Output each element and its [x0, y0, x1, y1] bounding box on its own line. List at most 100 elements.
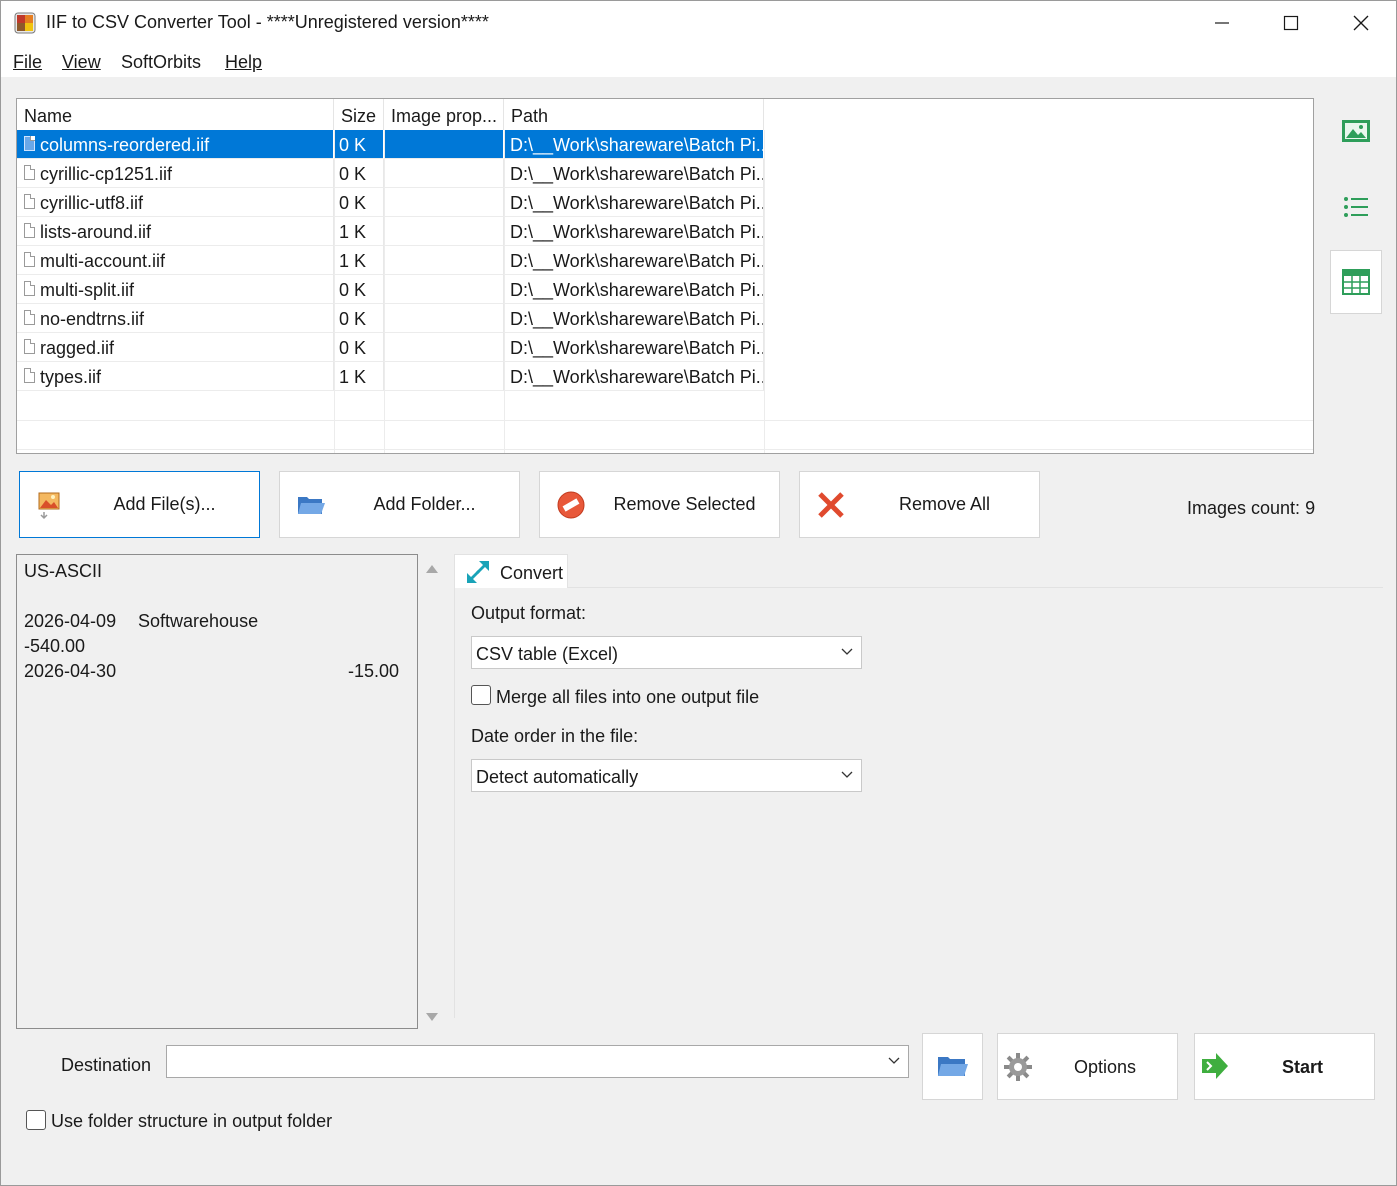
- table-row[interactable]: types.iif 1 K D:\__Work\shareware\Batch Pi…: [17, 362, 764, 391]
- file-icon: [24, 165, 35, 180]
- menu-help[interactable]: Help: [225, 52, 262, 73]
- column-header-image-properties[interactable]: Image prop...: [384, 99, 504, 130]
- file-size-cell-text: 0 K: [339, 309, 367, 329]
- grid-line: [504, 130, 505, 453]
- play-arrow-icon: [1202, 1053, 1228, 1079]
- file-list[interactable]: Name Size Image prop... Path columns-reo…: [16, 98, 1314, 454]
- chevron-down-icon: [888, 1057, 900, 1064]
- add-files-button[interactable]: Add File(s)...: [19, 471, 260, 538]
- start-label: Start: [1282, 1057, 1324, 1077]
- image-properties-cell: [384, 333, 504, 362]
- file-name-cell-text: types.iif: [40, 367, 102, 387]
- file-path-cell: D:\__Work\shareware\Batch Pi...: [504, 333, 764, 362]
- menu-bar: File View SoftOrbits Help: [1, 45, 1396, 77]
- preview-date-1: 2026-04-09: [24, 611, 117, 631]
- file-path-cell: D:\__Work\shareware\Batch Pi...: [504, 246, 764, 275]
- scroll-up-arrow-icon[interactable]: [425, 563, 439, 575]
- grid-line: [764, 130, 765, 453]
- add-folder-label: Add Folder...: [373, 494, 476, 514]
- file-size-cell-text: 0 K: [339, 135, 367, 155]
- list-icon: [1344, 197, 1368, 217]
- folder-structure-label[interactable]: Use folder structure in output folder: [51, 1111, 332, 1132]
- menu-file-label: File: [13, 52, 43, 72]
- file-name-cell: multi-account.iif: [17, 246, 334, 275]
- add-image-icon: [38, 492, 60, 520]
- remove-selected-label: Remove Selected: [613, 494, 756, 514]
- menu-softorbits[interactable]: SoftOrbits: [121, 52, 201, 73]
- output-format-value: CSV table (Excel): [476, 644, 619, 664]
- merge-files-checkbox[interactable]: [471, 685, 491, 705]
- column-header-size[interactable]: Size: [334, 99, 384, 130]
- menu-view-label: View: [62, 52, 101, 72]
- table-row[interactable]: no-endtrns.iif 0 K D:\__Work\shareware\Bat…: [17, 304, 764, 333]
- app-window: IIF to CSV Converter Tool - ****Unregist…: [0, 0, 1397, 1186]
- file-size-cell-text: 0 K: [339, 280, 367, 300]
- thumbnail-view-button[interactable]: [1330, 99, 1382, 163]
- table-row[interactable]: lists-around.iif 1 K D:\__Work\shareware\B…: [17, 217, 764, 246]
- table-row[interactable]: multi-split.iif 0 K D:\__Work\shareware\Ba…: [17, 275, 764, 304]
- file-name-cell-text: multi-account.iif: [40, 251, 166, 271]
- window-title: IIF to CSV Converter Tool - ****Unregist…: [46, 12, 489, 32]
- preview-encoding: US-ASCII: [24, 561, 103, 581]
- menu-view[interactable]: View: [62, 52, 101, 73]
- file-name-cell-text: cyrillic-cp1251.iif: [40, 164, 173, 184]
- add-files-label: Add File(s)...: [113, 494, 216, 514]
- options-button[interactable]: Options: [997, 1033, 1178, 1100]
- folder-open-icon: [938, 1057, 968, 1076]
- close-button[interactable]: [1326, 1, 1396, 45]
- file-size-cell: 0 K: [334, 188, 384, 217]
- close-icon: [1353, 15, 1369, 31]
- destination-input[interactable]: [166, 1045, 909, 1078]
- title-bar: IIF to CSV Converter Tool - ****Unregist…: [1, 1, 1396, 45]
- options-label: Options: [1074, 1057, 1137, 1077]
- destination-label: Destination: [61, 1055, 152, 1075]
- file-icon: [24, 339, 35, 354]
- scroll-down-arrow-icon[interactable]: [425, 1011, 439, 1023]
- date-order-select[interactable]: Detect automatically: [471, 759, 862, 792]
- remove-all-button[interactable]: Remove All: [799, 471, 1040, 538]
- image-properties-cell: [384, 159, 504, 188]
- red-x-icon: [818, 492, 844, 518]
- output-format-label: Output format:: [471, 603, 587, 623]
- file-path-cell: D:\__Work\shareware\Batch Pi...: [504, 217, 764, 246]
- table-row[interactable]: cyrillic-utf8.iif 0 K D:\__Work\shareware\…: [17, 188, 764, 217]
- file-size-cell-text: 1 K: [339, 367, 367, 387]
- picture-icon: [1342, 120, 1370, 142]
- file-size-cell-text: 0 K: [339, 338, 367, 358]
- file-path-cell-text: D:\__Work\shareware\Batch Pi...: [510, 193, 764, 213]
- menu-file[interactable]: File: [13, 52, 42, 73]
- minimize-button[interactable]: [1187, 1, 1257, 45]
- file-name-cell: cyrillic-utf8.iif: [17, 188, 334, 217]
- remove-selected-button[interactable]: Remove Selected: [539, 471, 780, 538]
- tab-convert[interactable]: Convert: [454, 554, 568, 588]
- image-properties-cell: [384, 304, 504, 333]
- file-name-cell: no-endtrns.iif: [17, 304, 334, 333]
- add-folder-button[interactable]: Add Folder...: [279, 471, 520, 538]
- file-path-cell-text: D:\__Work\shareware\Batch Pi...: [510, 367, 764, 387]
- file-path-cell: D:\__Work\shareware\Batch Pi...: [504, 159, 764, 188]
- details-view-button[interactable]: [1330, 250, 1382, 314]
- folder-structure-checkbox[interactable]: [26, 1110, 46, 1130]
- file-icon: [24, 194, 35, 209]
- file-size-cell-text: 0 K: [339, 164, 367, 184]
- merge-files-label[interactable]: Merge all files into one output file: [496, 687, 759, 708]
- folder-open-icon: [298, 497, 325, 514]
- file-name-cell: types.iif: [17, 362, 334, 391]
- maximize-button[interactable]: [1256, 1, 1326, 45]
- column-header-path[interactable]: Path: [504, 99, 764, 130]
- output-format-select[interactable]: CSV table (Excel): [471, 636, 862, 669]
- file-path-cell-text: D:\__Work\shareware\Batch Pi...: [510, 309, 764, 329]
- menu-help-label: Help: [225, 52, 263, 72]
- image-properties-cell: [384, 130, 504, 159]
- file-name-cell: lists-around.iif: [17, 217, 334, 246]
- table-row[interactable]: cyrillic-cp1251.iif 0 K D:\__Work\sharewar…: [17, 159, 764, 188]
- list-view-button[interactable]: [1330, 175, 1382, 239]
- table-row[interactable]: columns-reordered.iif 0 K D:\__Work\sharew…: [17, 130, 764, 159]
- start-button[interactable]: Start: [1194, 1033, 1375, 1100]
- column-header-name[interactable]: Name: [17, 99, 334, 130]
- grid-line: [384, 130, 385, 453]
- browse-destination-button[interactable]: [922, 1033, 983, 1100]
- file-preview-pane[interactable]: US-ASCII 2026-04-09 Softwarehouse -540.0…: [16, 554, 418, 1029]
- table-row[interactable]: ragged.iif 0 K D:\__Work\shareware\Batch P…: [17, 333, 764, 362]
- table-row[interactable]: multi-account.iif 1 K D:\__Work\shareware\…: [17, 246, 764, 275]
